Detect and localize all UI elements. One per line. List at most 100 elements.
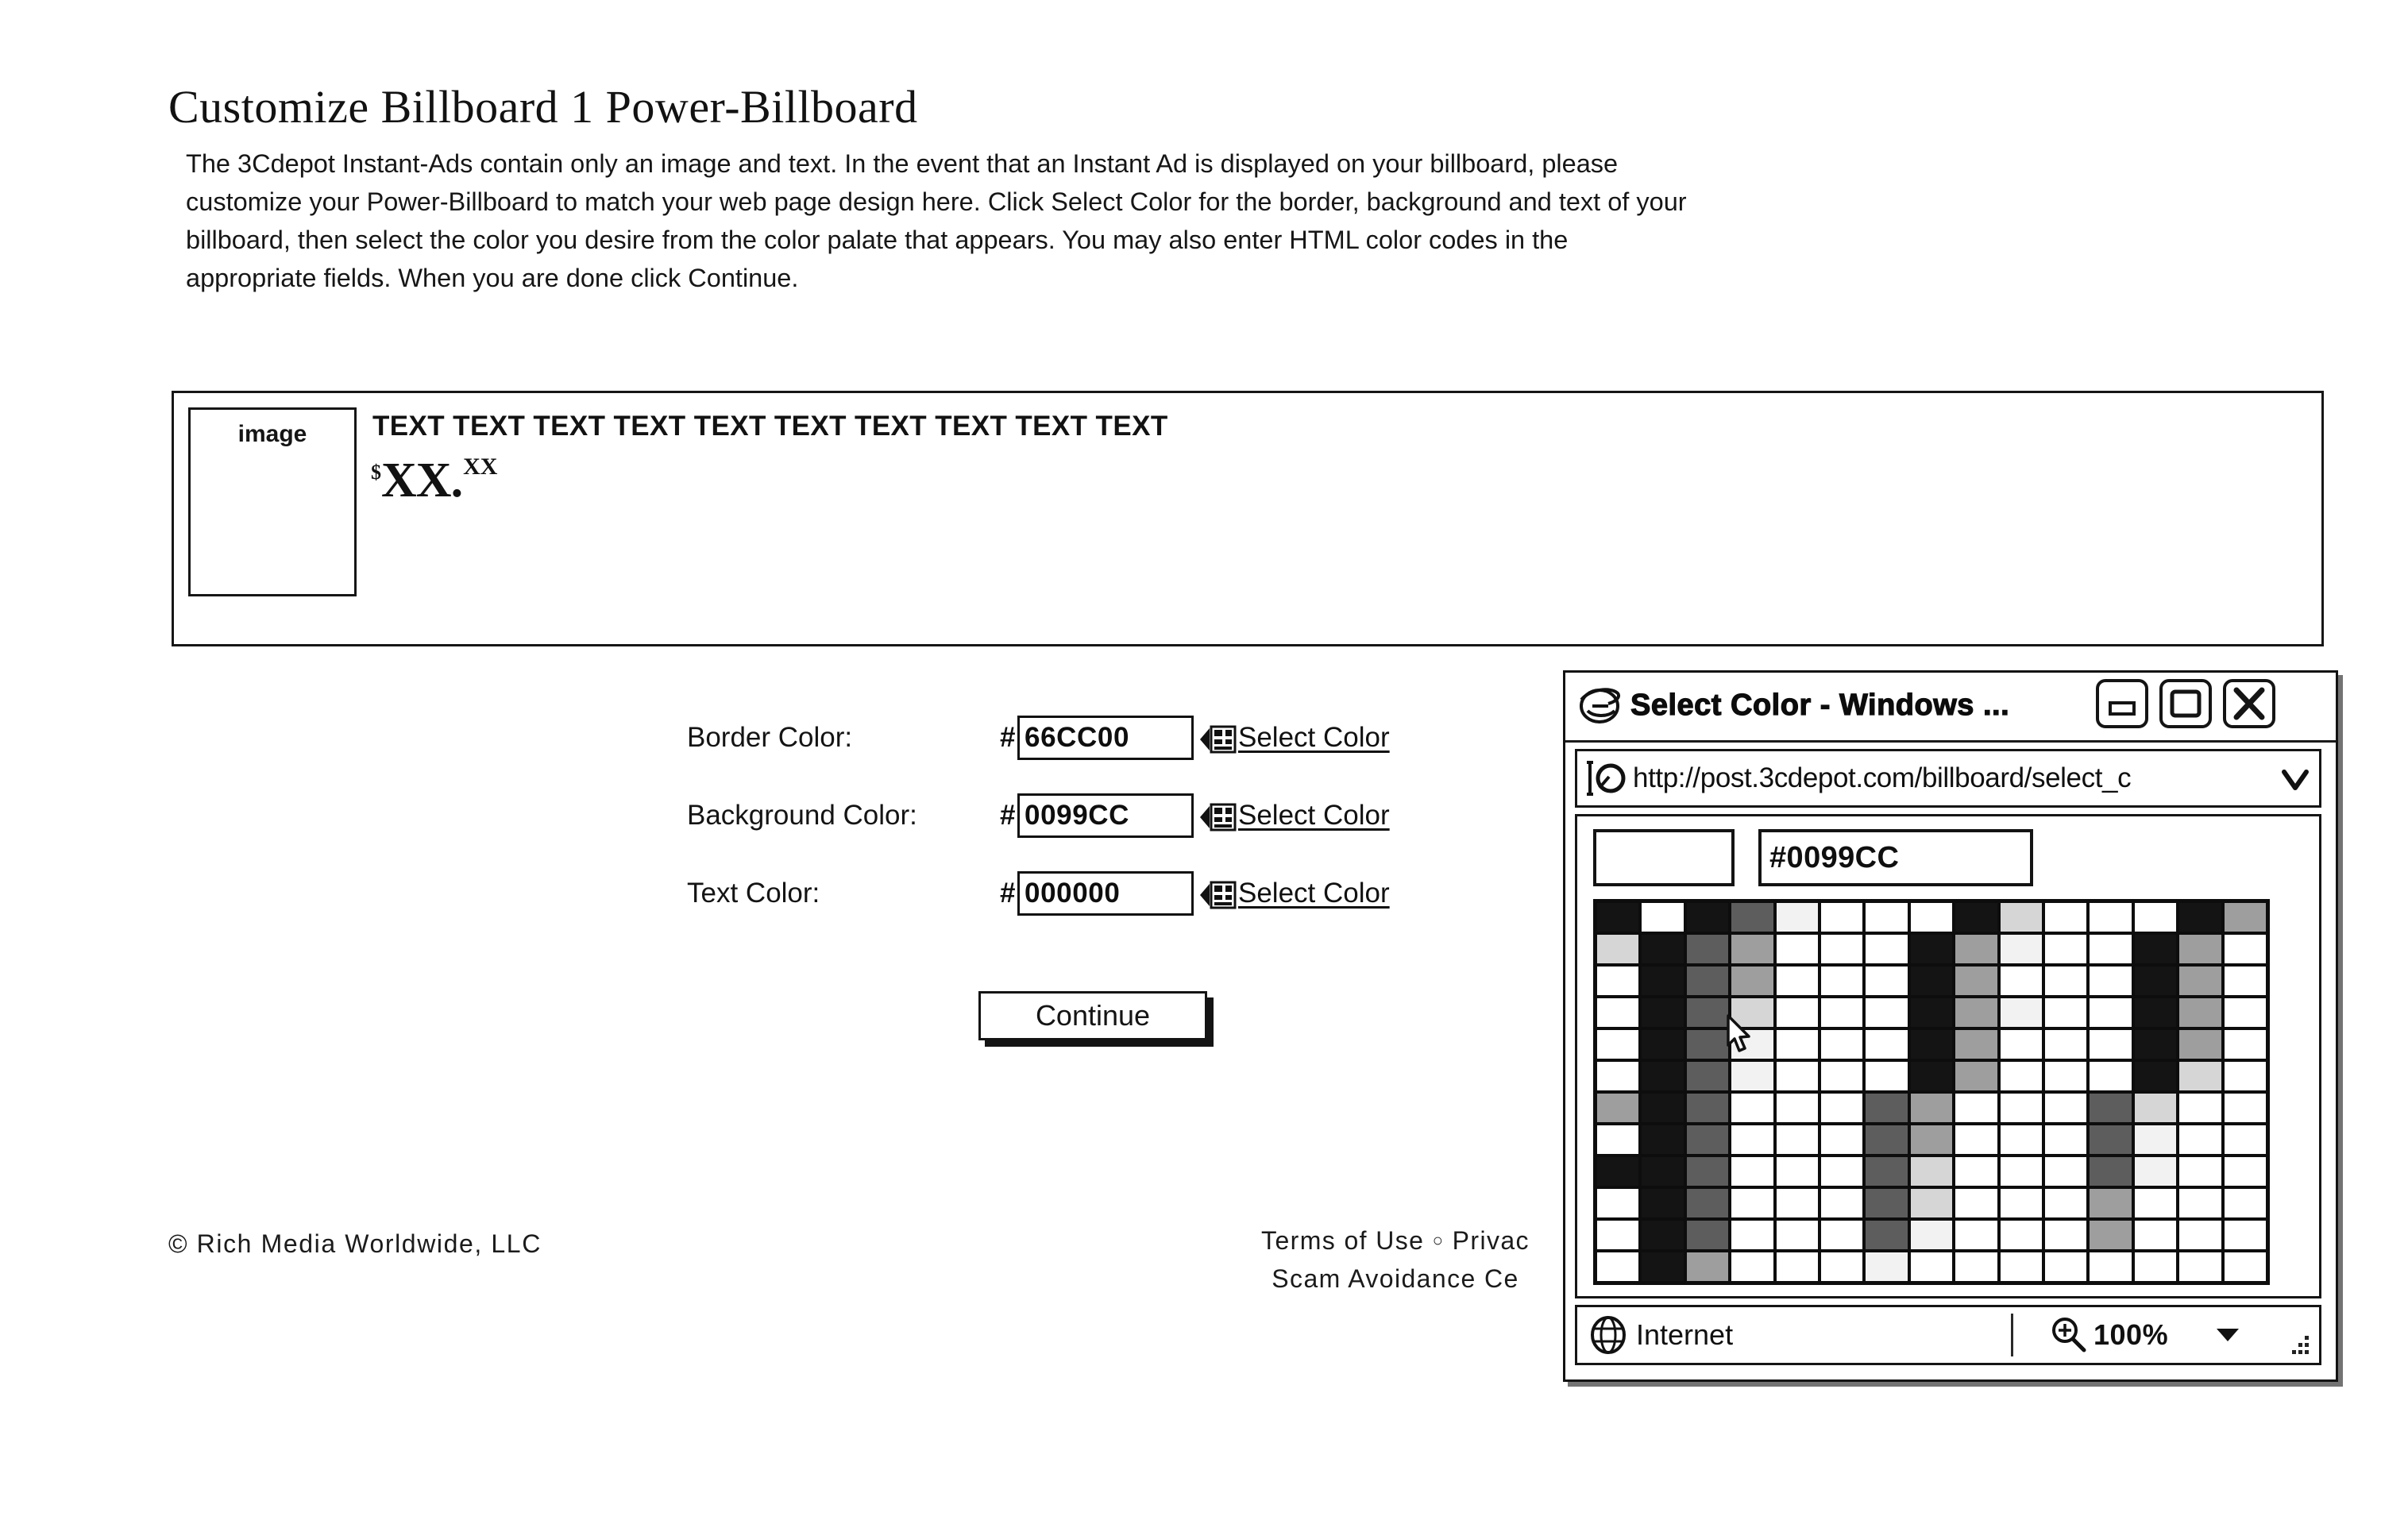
border-color-input[interactable] <box>1017 716 1194 760</box>
palette-swatch[interactable] <box>1640 1156 1685 1187</box>
palette-swatch[interactable] <box>2043 901 2089 933</box>
close-button[interactable] <box>2223 679 2275 728</box>
palette-swatch[interactable] <box>2222 1251 2267 1283</box>
palette-swatch[interactable] <box>1864 965 1909 997</box>
palette-swatch[interactable] <box>1998 1092 2043 1124</box>
palette-swatch[interactable] <box>1684 933 1731 965</box>
palette-swatch[interactable] <box>1640 1060 1685 1092</box>
palette-swatch[interactable] <box>2043 1219 2089 1251</box>
palette-swatch[interactable] <box>1908 1124 1955 1156</box>
palette-swatch[interactable] <box>2222 933 2267 965</box>
palette-swatch[interactable] <box>1998 965 2043 997</box>
palette-swatch[interactable] <box>2043 965 2089 997</box>
palette-swatch[interactable] <box>1596 1028 1641 1060</box>
palette-swatch[interactable] <box>1864 1092 1909 1124</box>
palette-swatch[interactable] <box>2043 1028 2089 1060</box>
palette-swatch[interactable] <box>1596 1156 1641 1187</box>
palette-swatch[interactable] <box>1596 1124 1641 1156</box>
palette-swatch[interactable] <box>1774 1219 1820 1251</box>
palette-swatch[interactable] <box>1774 933 1820 965</box>
palette-swatch[interactable] <box>1864 1219 1909 1251</box>
palette-swatch[interactable] <box>1774 1060 1820 1092</box>
palette-swatch[interactable] <box>2178 933 2223 965</box>
palette-swatch[interactable] <box>2222 997 2267 1028</box>
palette-swatch[interactable] <box>1730 1060 1775 1092</box>
palette-swatch[interactable] <box>1954 1124 1999 1156</box>
address-bar-url[interactable]: http://post.3cdepot.com/billboard/select… <box>1633 751 2270 805</box>
palette-swatch[interactable] <box>2088 1060 2133 1092</box>
palette-swatch[interactable] <box>1774 1251 1820 1283</box>
palette-swatch[interactable] <box>1820 1060 1865 1092</box>
border-select-color-link[interactable]: Select Color <box>1238 713 1390 762</box>
palette-swatch[interactable] <box>1684 965 1731 997</box>
text-select-color-link[interactable]: Select Color <box>1238 869 1390 918</box>
zoom-level-label[interactable]: 100% <box>2093 1307 2168 1363</box>
palette-swatch[interactable] <box>2132 933 2178 965</box>
palette-swatch[interactable] <box>2222 1156 2267 1187</box>
palette-swatch[interactable] <box>1998 1156 2043 1187</box>
palette-swatch[interactable] <box>1820 933 1865 965</box>
palette-swatch[interactable] <box>1954 901 1999 933</box>
palette-swatch[interactable] <box>1820 1219 1865 1251</box>
palette-swatch[interactable] <box>1908 1219 1955 1251</box>
palette-swatch[interactable] <box>2178 1124 2223 1156</box>
palette-swatch[interactable] <box>1864 997 1909 1028</box>
palette-swatch[interactable] <box>2178 965 2223 997</box>
palette-swatch[interactable] <box>2043 1251 2089 1283</box>
palette-swatch[interactable] <box>2222 1060 2267 1092</box>
palette-swatch[interactable] <box>1954 997 1999 1028</box>
palette-swatch[interactable] <box>1998 1219 2043 1251</box>
color-palette-grid[interactable] <box>1593 899 2270 1285</box>
palette-swatch[interactable] <box>1864 1251 1909 1283</box>
palette-swatch[interactable] <box>1998 1060 2043 1092</box>
palette-swatch[interactable] <box>1774 1156 1820 1187</box>
window-resize-grip-icon[interactable] <box>2284 1333 2311 1358</box>
palette-swatch[interactable] <box>2088 1219 2133 1251</box>
palette-swatch[interactable] <box>1730 1028 1775 1060</box>
palette-swatch[interactable] <box>1684 1124 1731 1156</box>
palette-swatch[interactable] <box>2132 1092 2178 1124</box>
palette-swatch[interactable] <box>1954 1092 1999 1124</box>
palette-swatch[interactable] <box>2132 1219 2178 1251</box>
palette-swatch[interactable] <box>1908 1092 1955 1124</box>
palette-swatch[interactable] <box>1820 965 1865 997</box>
scam-avoidance-center-link[interactable]: Scam Avoidance Ce <box>1272 1264 1519 1293</box>
palette-swatch[interactable] <box>2222 1124 2267 1156</box>
palette-swatch[interactable] <box>1820 1156 1865 1187</box>
palette-swatch[interactable] <box>1954 1028 1999 1060</box>
palette-swatch[interactable] <box>1998 1251 2043 1283</box>
palette-swatch[interactable] <box>1640 1092 1685 1124</box>
palette-swatch[interactable] <box>2088 901 2133 933</box>
palette-swatch[interactable] <box>1864 901 1909 933</box>
palette-swatch[interactable] <box>2088 1156 2133 1187</box>
palette-swatch[interactable] <box>1596 1187 1641 1219</box>
palette-swatch[interactable] <box>2222 965 2267 997</box>
palette-swatch[interactable] <box>2222 1028 2267 1060</box>
palette-swatch[interactable] <box>1730 1124 1775 1156</box>
palette-swatch[interactable] <box>2043 1124 2089 1156</box>
palette-swatch[interactable] <box>1998 1124 2043 1156</box>
palette-swatch[interactable] <box>1908 1251 1955 1283</box>
palette-swatch[interactable] <box>2132 1124 2178 1156</box>
palette-swatch[interactable] <box>2178 1156 2223 1187</box>
hex-color-input[interactable] <box>1758 829 2033 886</box>
palette-swatch[interactable] <box>1820 1251 1865 1283</box>
palette-swatch[interactable] <box>1730 965 1775 997</box>
palette-swatch[interactable] <box>1596 1060 1641 1092</box>
palette-swatch[interactable] <box>1640 997 1685 1028</box>
palette-swatch[interactable] <box>2043 1092 2089 1124</box>
palette-swatch[interactable] <box>1730 1156 1775 1187</box>
palette-swatch[interactable] <box>1908 1028 1955 1060</box>
palette-swatch[interactable] <box>2043 1187 2089 1219</box>
palette-swatch[interactable] <box>1774 1092 1820 1124</box>
palette-swatch[interactable] <box>1908 1060 1955 1092</box>
palette-swatch[interactable] <box>2132 1028 2178 1060</box>
palette-swatch[interactable] <box>2222 1219 2267 1251</box>
palette-swatch[interactable] <box>2222 1092 2267 1124</box>
palette-swatch[interactable] <box>2088 933 2133 965</box>
palette-swatch[interactable] <box>1684 1187 1731 1219</box>
palette-swatch[interactable] <box>1640 1124 1685 1156</box>
palette-swatch[interactable] <box>1730 1092 1775 1124</box>
palette-swatch[interactable] <box>2132 901 2178 933</box>
chevron-down-icon[interactable] <box>2279 764 2311 796</box>
